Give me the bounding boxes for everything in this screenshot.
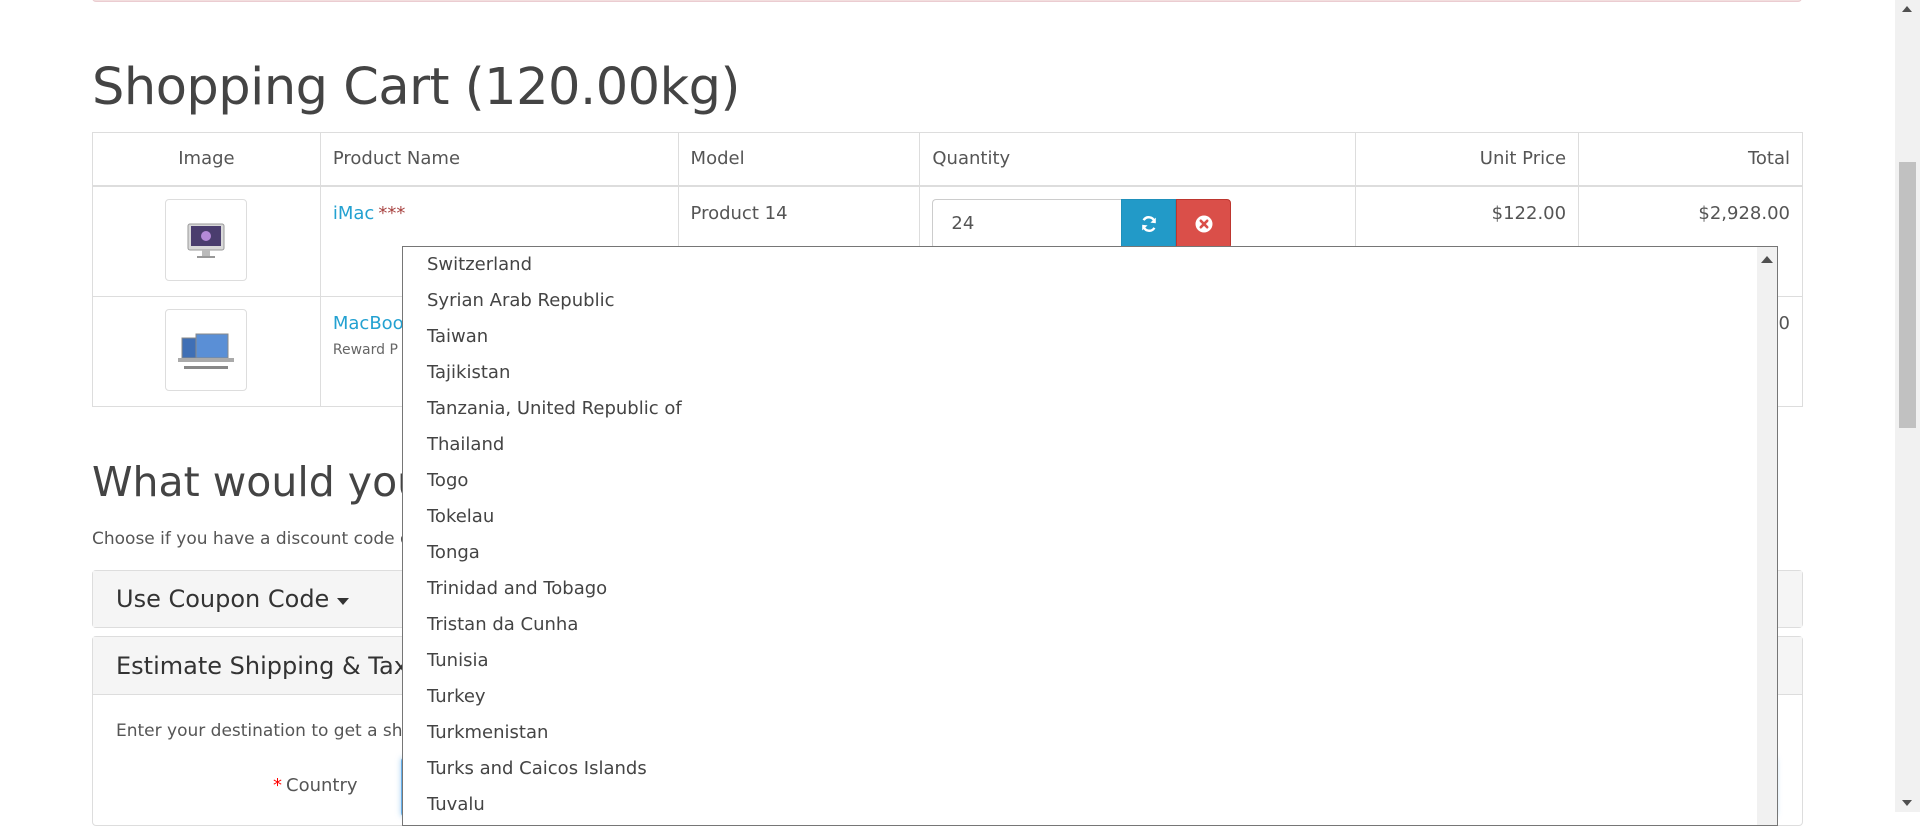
quantity-group [932,198,1343,249]
col-header-total: Total [1578,132,1803,187]
country-option[interactable]: Turkmenistan [403,715,1757,751]
col-header-unit-price: Unit Price [1355,132,1580,187]
col-header-quantity: Quantity [919,132,1357,187]
country-option[interactable]: Tristan da Cunha [403,607,1757,643]
country-label: * Country [273,775,358,796]
country-option[interactable]: Tunisia [403,643,1757,679]
next-steps-description: Choose if you have a discount code o [92,529,411,549]
update-quantity-button[interactable] [1121,198,1177,249]
page-scrollbar-thumb[interactable] [1899,162,1916,428]
shipping-panel-title: Estimate Shipping & Taxes [116,651,435,680]
country-option[interactable]: Togo [403,463,1757,499]
country-option[interactable]: Taiwan [403,319,1757,355]
caret-down-icon [337,597,350,605]
quantity-input[interactable] [932,198,1122,249]
remove-item-button[interactable] [1176,198,1232,249]
cart-table-header: Image Product Name Model Quantity Unit P… [92,132,1803,187]
page-title: Shopping Cart (120.00kg) [92,58,740,117]
scroll-up-arrow-icon[interactable] [1902,6,1912,12]
product-link-macbook[interactable]: MacBoo [333,313,404,334]
imac-thumbnail[interactable] [165,198,248,281]
next-steps-title: What would you [92,458,424,506]
required-marker: * [273,775,282,796]
macbook-thumbnail[interactable] [165,309,248,391]
scroll-down-arrow-icon[interactable] [1902,800,1912,806]
country-dropdown-list[interactable]: Switzerland Syrian Arab Republic Taiwan … [402,246,1778,826]
country-option[interactable]: Syrian Arab Republic [403,283,1757,319]
shipping-description: Enter your destination to get a ship [116,721,419,741]
product-link-imac[interactable]: iMac [333,203,374,224]
dropdown-scrollbar[interactable] [1757,247,1777,825]
country-option[interactable]: Thailand [403,427,1757,463]
col-header-image: Image [92,132,321,187]
alert-banner-edge [92,0,1802,2]
country-option[interactable]: Tajikistan [403,355,1757,391]
remove-circle-icon [1195,215,1213,232]
country-option[interactable]: Tokelau [403,499,1757,535]
country-option[interactable]: Turkey [403,679,1757,715]
out-of-stock-marker: *** [378,202,406,224]
col-header-product-name: Product Name [319,132,679,187]
coupon-panel-title: Use Coupon Code [116,585,330,613]
country-option[interactable]: Trinidad and Tobago [403,571,1757,607]
country-option[interactable]: Turks and Caicos Islands [403,751,1757,787]
country-option[interactable]: Tanzania, United Republic of [403,391,1757,427]
country-options: Switzerland Syrian Arab Republic Taiwan … [403,247,1757,823]
col-header-model: Model [677,132,921,187]
country-label-text: Country [286,775,358,796]
scroll-up-arrow-icon[interactable] [1761,256,1773,263]
country-option[interactable]: Tonga [403,535,1757,571]
country-option[interactable]: Tuvalu [403,787,1757,823]
page-scrollbar[interactable] [1895,0,1920,812]
country-option[interactable]: Switzerland [403,247,1757,283]
refresh-icon [1142,215,1156,232]
